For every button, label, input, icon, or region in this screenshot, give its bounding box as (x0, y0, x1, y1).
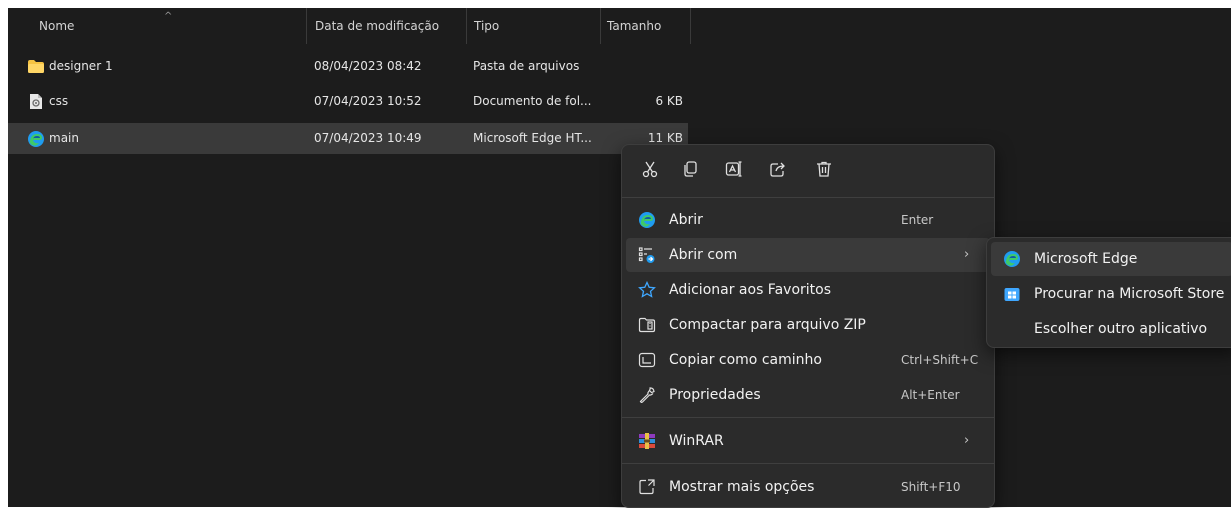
copy-button[interactable] (676, 157, 704, 185)
file-modified: 08/04/2023 08:42 (314, 59, 422, 73)
winrar-icon (638, 432, 656, 450)
rename-icon (725, 160, 743, 182)
context-menu-toolbar (622, 145, 994, 197)
menu-item-shortcut: Alt+Enter (901, 388, 960, 402)
chevron-right-icon: › (964, 247, 970, 262)
menu-item-label: Abrir (669, 212, 703, 228)
submenu-item-microsoft-store[interactable]: Procurar na Microsoft Store (991, 277, 1231, 311)
menu-item-label: Abrir com (669, 247, 738, 263)
file-name: designer 1 (49, 59, 113, 73)
submenu-item-microsoft-edge[interactable]: Microsoft Edge (991, 242, 1231, 276)
file-type: Documento de fol... (473, 94, 592, 108)
file-type: Microsoft Edge HT... (473, 131, 592, 145)
file-row-selected[interactable]: main 07/04/2023 10:49 Microsoft Edge HT.… (8, 123, 688, 154)
menu-item-open[interactable]: Abrir Enter (626, 203, 990, 237)
css-file-icon (29, 93, 43, 114)
context-menu: Abrir Enter Abrir com › Adicionar aos Fa… (621, 144, 995, 508)
edge-icon (27, 130, 45, 152)
file-modified: 07/04/2023 10:52 (314, 94, 422, 108)
submenu-item-choose-other-app[interactable]: Escolher outro aplicativo (991, 312, 1231, 346)
column-header-modified[interactable]: Data de modificação (306, 8, 473, 44)
share-icon (769, 160, 787, 182)
cut-button[interactable] (636, 157, 664, 185)
column-header-name-label: Nome (39, 19, 75, 33)
menu-item-label: Propriedades (669, 387, 761, 403)
menu-divider (622, 197, 994, 198)
file-row[interactable]: css 07/04/2023 10:52 Documento de fol...… (8, 86, 688, 117)
menu-item-properties[interactable]: Propriedades Alt+Enter (626, 378, 990, 412)
menu-item-shortcut: Enter (901, 213, 934, 227)
file-name: css (49, 94, 69, 108)
menu-item-shortcut: Ctrl+Shift+C (901, 353, 979, 367)
file-size: 6 KB (655, 94, 683, 108)
column-header-end (690, 8, 692, 44)
star-icon (638, 281, 656, 299)
column-header-size-label: Tamanho (607, 19, 662, 33)
wrench-icon (638, 386, 656, 404)
rename-button[interactable] (720, 157, 748, 185)
store-icon (1003, 285, 1021, 303)
submenu-item-label: Escolher outro aplicativo (1034, 321, 1208, 337)
column-header-type-label: Tipo (474, 19, 500, 33)
menu-item-compress-zip[interactable]: Compactar para arquivo ZIP (626, 308, 990, 342)
submenu-item-label: Microsoft Edge (1034, 251, 1138, 267)
open-with-submenu: Microsoft Edge Procurar na Microsoft Sto… (986, 237, 1231, 348)
file-name: main (49, 131, 79, 145)
menu-divider (622, 463, 994, 464)
copy-path-icon (638, 351, 656, 369)
more-options-icon (638, 478, 656, 496)
open-with-icon (638, 246, 656, 264)
sort-ascending-icon: ^ (164, 11, 173, 22)
menu-item-add-favorites[interactable]: Adicionar aos Favoritos (626, 273, 990, 307)
menu-item-label: Compactar para arquivo ZIP (669, 317, 866, 333)
column-header-type[interactable]: Tipo (466, 8, 606, 44)
menu-item-copy-path[interactable]: Copiar como caminho Ctrl+Shift+C (626, 343, 990, 377)
edge-icon (1003, 250, 1021, 268)
file-row[interactable]: designer 1 08/04/2023 08:42 Pasta de arq… (8, 51, 688, 82)
chevron-right-icon: › (964, 433, 970, 448)
file-type: Pasta de arquivos (473, 59, 580, 73)
menu-item-open-with[interactable]: Abrir com › (626, 238, 990, 272)
copy-icon (681, 160, 699, 182)
menu-item-shortcut: Shift+F10 (901, 480, 961, 494)
menu-item-show-more-options[interactable]: Mostrar mais opções Shift+F10 (626, 470, 990, 504)
edge-icon (638, 211, 656, 229)
file-size (611, 51, 683, 82)
delete-icon (815, 160, 833, 182)
share-button[interactable] (764, 157, 792, 185)
submenu-item-label: Procurar na Microsoft Store (1034, 286, 1225, 302)
zip-icon (638, 316, 656, 334)
column-header-modified-label: Data de modificação (315, 19, 440, 33)
menu-item-label: WinRAR (669, 433, 724, 449)
menu-item-label: Copiar como caminho (669, 352, 822, 368)
cut-icon (641, 160, 659, 182)
menu-item-label: Mostrar mais opções (669, 479, 815, 495)
column-headers: Nome ^ Data de modificação Tipo Tamanho (8, 8, 1231, 44)
menu-item-winrar[interactable]: WinRAR › (626, 424, 990, 458)
menu-divider (622, 417, 994, 418)
delete-button[interactable] (810, 157, 838, 185)
column-header-size[interactable]: Tamanho (600, 8, 693, 44)
folder-icon (27, 59, 45, 78)
file-modified: 07/04/2023 10:49 (314, 131, 422, 145)
menu-item-label: Adicionar aos Favoritos (669, 282, 831, 298)
